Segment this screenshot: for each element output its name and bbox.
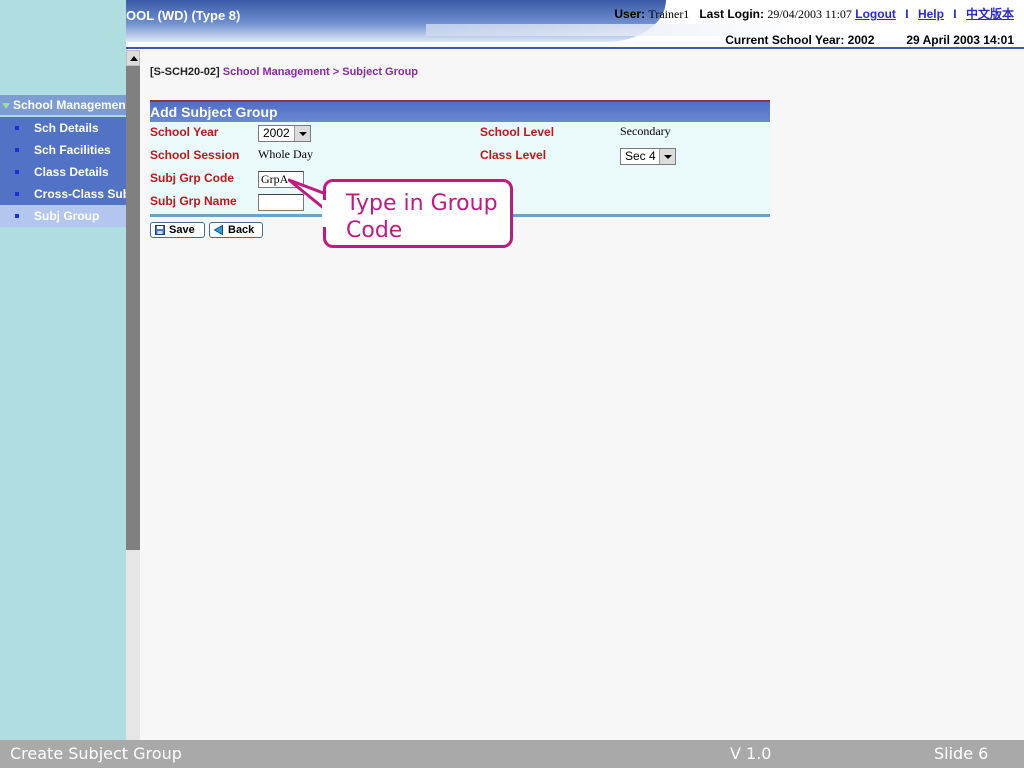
vertical-scrollbar[interactable] — [126, 50, 140, 740]
sidebar-item-label: Cross-Class Subj — [34, 187, 126, 201]
instruction-callout: Type in Group Code — [323, 179, 513, 248]
school-session-value: Whole Day — [258, 147, 313, 161]
subj-grp-code-label: Subj Grp Code — [150, 171, 234, 185]
header-divider — [126, 47, 1024, 49]
chevron-down-icon[interactable] — [659, 149, 675, 164]
sidebar-item-sch-details[interactable]: Sch Details — [0, 117, 126, 139]
school-level-value: Secondary — [620, 124, 671, 138]
sidebar-item-sch-facilities[interactable]: Sch Facilities — [0, 139, 126, 161]
sidebar-item-class-details[interactable]: Class Details — [0, 161, 126, 183]
back-label: Back — [228, 224, 255, 236]
bullet-icon — [15, 170, 19, 174]
sidebar-item-label: Sch Facilities — [34, 143, 111, 157]
chevron-down-icon[interactable] — [294, 126, 310, 141]
sidebar-item-subj-group[interactable]: Subj Group — [0, 205, 126, 227]
sidebar-heading[interactable]: School Management — [0, 95, 126, 115]
version: V 1.0 — [730, 744, 772, 763]
subj-grp-name-label: Subj Grp Name — [150, 194, 237, 208]
save-disk-icon — [155, 225, 165, 235]
school-year-select[interactable]: 2002 — [258, 125, 311, 142]
bullet-icon — [15, 126, 19, 130]
back-arrow-icon — [214, 225, 223, 235]
breadcrumb: [S-SCH20-02] School Management > Subject… — [150, 66, 418, 78]
user-name: Trainer1 — [648, 7, 690, 21]
slide-number: Slide 6 — [934, 744, 989, 763]
sidebar-heading-label: School Management — [13, 98, 126, 112]
save-label: Save — [169, 224, 195, 236]
breadcrumb-path: School Management > Subject Group — [222, 66, 419, 78]
separator: I — [905, 7, 909, 21]
sidebar: School Management Sch Details Sch Facili… — [0, 0, 126, 740]
current-datetime: 29 April 2003 14:01 — [906, 33, 1014, 47]
separator: I — [953, 7, 957, 21]
chinese-version-link[interactable]: 中文版本 — [966, 7, 1014, 21]
callout-line-1: Type in Group — [346, 191, 498, 216]
school-year-label: School Year — [150, 125, 219, 139]
class-level-value: Sec 4 — [625, 149, 656, 163]
current-school-year: Current School Year: 2002 — [725, 33, 875, 47]
sidebar-item-cross-class-subj[interactable]: Cross-Class Subj — [0, 183, 126, 205]
user-info: User: Trainer1 Last Login: 29/04/2003 11… — [614, 5, 1014, 22]
class-level-select[interactable]: Sec 4 — [620, 148, 676, 165]
school-session-label: School Session — [150, 148, 240, 162]
callout-text: Type in Group Code — [346, 190, 498, 244]
user-label: User: — [614, 7, 646, 21]
help-link[interactable]: Help — [918, 7, 944, 21]
last-login-label: Last Login: — [699, 7, 764, 21]
callout-line-2: Code — [346, 218, 403, 243]
school-year-line: Current School Year: 2002 29 April 2003 1… — [725, 33, 1014, 47]
sidebar-item-label: Sch Details — [34, 121, 99, 135]
sidebar-item-label: Subj Group — [34, 209, 100, 223]
app-title: OOL (WD) (Type 8) — [126, 8, 241, 23]
save-button[interactable]: Save — [150, 222, 205, 238]
bullet-icon — [15, 192, 19, 196]
logout-link[interactable]: Logout — [855, 7, 896, 21]
scrollbar-thumb[interactable] — [126, 66, 140, 550]
callout-pointer-joint — [322, 200, 327, 227]
scroll-up-arrow-icon[interactable] — [126, 50, 140, 66]
bullet-icon — [15, 214, 19, 218]
last-login-value: 29/04/2003 11:07 — [767, 7, 852, 21]
school-level-label: School Level — [480, 125, 555, 139]
panel-title: Add Subject Group — [150, 102, 770, 122]
slide-title: Create Subject Group — [10, 744, 182, 763]
bullet-icon — [15, 148, 19, 152]
header: OOL (WD) (Type 8) User: Trainer1 Last Lo… — [126, 0, 1024, 50]
back-button[interactable]: Back — [209, 222, 263, 238]
slide-footer: Create Subject Group V 1.0 Slide 6 — [0, 740, 1024, 768]
expand-triangle-icon — [2, 102, 10, 109]
screen-code: [S-SCH20-02] — [150, 66, 220, 78]
school-year-value: 2002 — [263, 126, 290, 140]
sidebar-item-label: Class Details — [34, 165, 109, 179]
class-level-label: Class Level — [480, 148, 547, 162]
